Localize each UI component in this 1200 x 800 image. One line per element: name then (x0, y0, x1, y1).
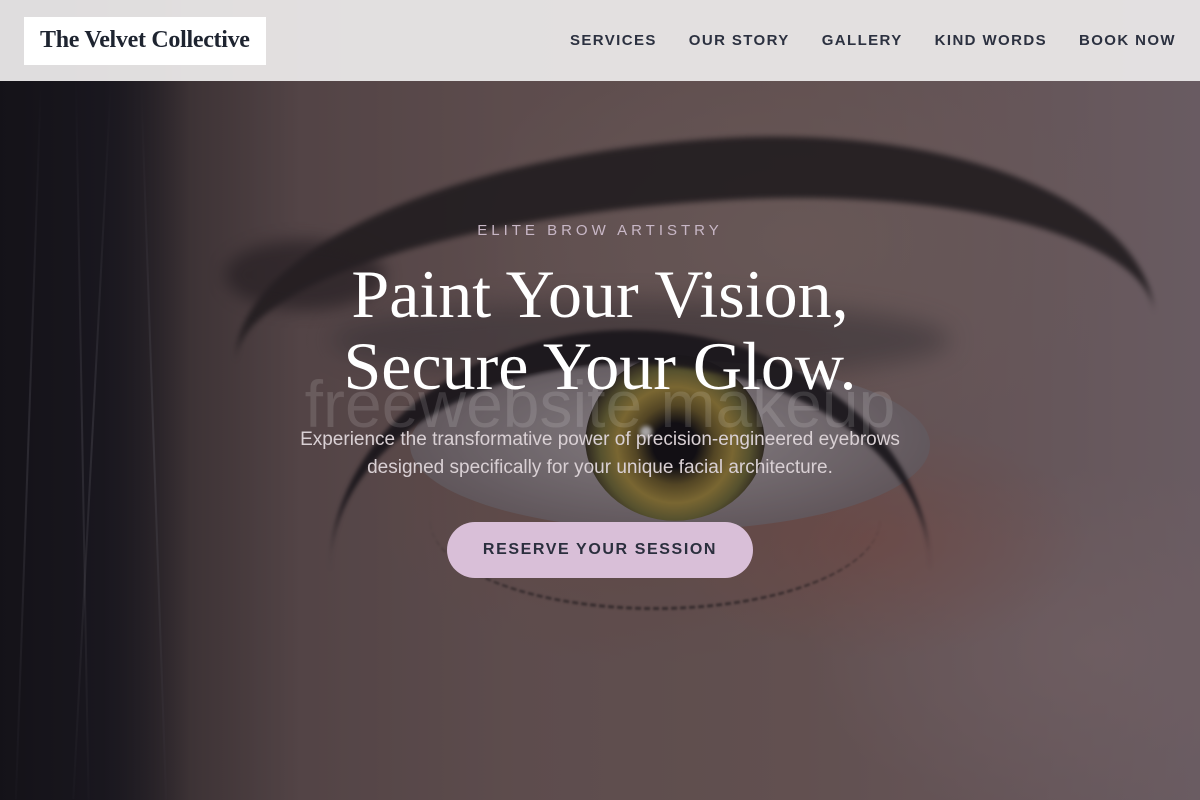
hero-subtext-line-2: designed specifically for your unique fa… (367, 457, 833, 478)
hero-eyebrow-label: ELITE BROW ARTISTRY (477, 222, 723, 239)
hero-section: ELITE BROW ARTISTRY Paint Your Vision, S… (0, 0, 1200, 800)
reserve-session-button[interactable]: RESERVE YOUR SESSION (447, 522, 753, 578)
hero-headline-line-1: Paint Your Vision, (351, 256, 849, 332)
hero-subtext-line-1: Experience the transformative power of p… (300, 429, 900, 450)
hero-subtext: Experience the transformative power of p… (250, 426, 950, 482)
